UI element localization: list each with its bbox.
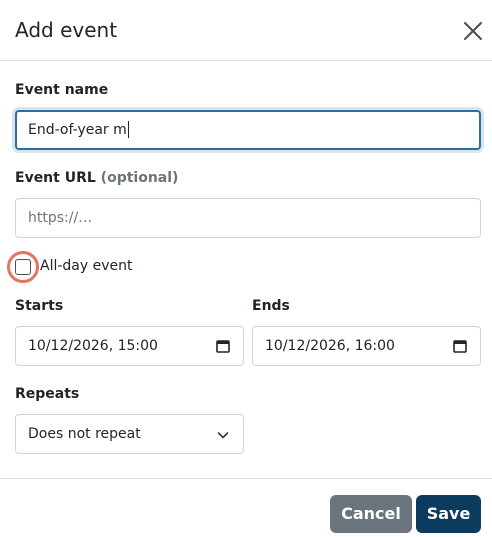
event-url-optional-hint: (optional) [100,170,179,186]
ends-datetime-input[interactable]: 10/12/2026, 16:00 [252,326,481,366]
repeats-label: Repeats [15,386,80,402]
cancel-button[interactable]: Cancel [330,495,412,533]
close-icon [464,22,482,40]
close-button[interactable] [460,18,486,44]
all-day-checkbox[interactable] [15,259,31,275]
calendar-icon[interactable] [453,339,467,353]
ends-value: 10/12/2026, 16:00 [265,338,395,354]
text-caret [127,120,129,138]
calendar-icon[interactable] [216,339,230,353]
repeats-select[interactable]: Does not repeat [15,414,244,454]
event-url-input[interactable]: https://… [15,198,481,238]
chevron-down-icon [217,432,229,439]
event-name-label: Event name [15,82,109,98]
ends-label: Ends [252,298,290,314]
starts-datetime-input[interactable]: 10/12/2026, 15:00 [15,326,244,366]
event-url-label-text: Event URL [15,170,96,186]
event-name-input[interactable]: End-of-year m [15,110,481,150]
repeats-value: Does not repeat [28,426,141,442]
event-url-placeholder: https://… [28,210,93,226]
dialog-header: Add event [0,0,492,61]
all-day-label[interactable]: All-day event [40,257,132,275]
starts-value: 10/12/2026, 15:00 [28,338,158,354]
starts-label: Starts [15,298,64,314]
event-name-value: End-of-year m [28,122,127,138]
dialog-title: Add event [15,18,118,42]
save-button[interactable]: Save [416,495,481,533]
event-url-label: Event URL (optional) [15,169,178,187]
add-event-dialog: Add event Event name End-of-year m Event… [0,0,492,537]
